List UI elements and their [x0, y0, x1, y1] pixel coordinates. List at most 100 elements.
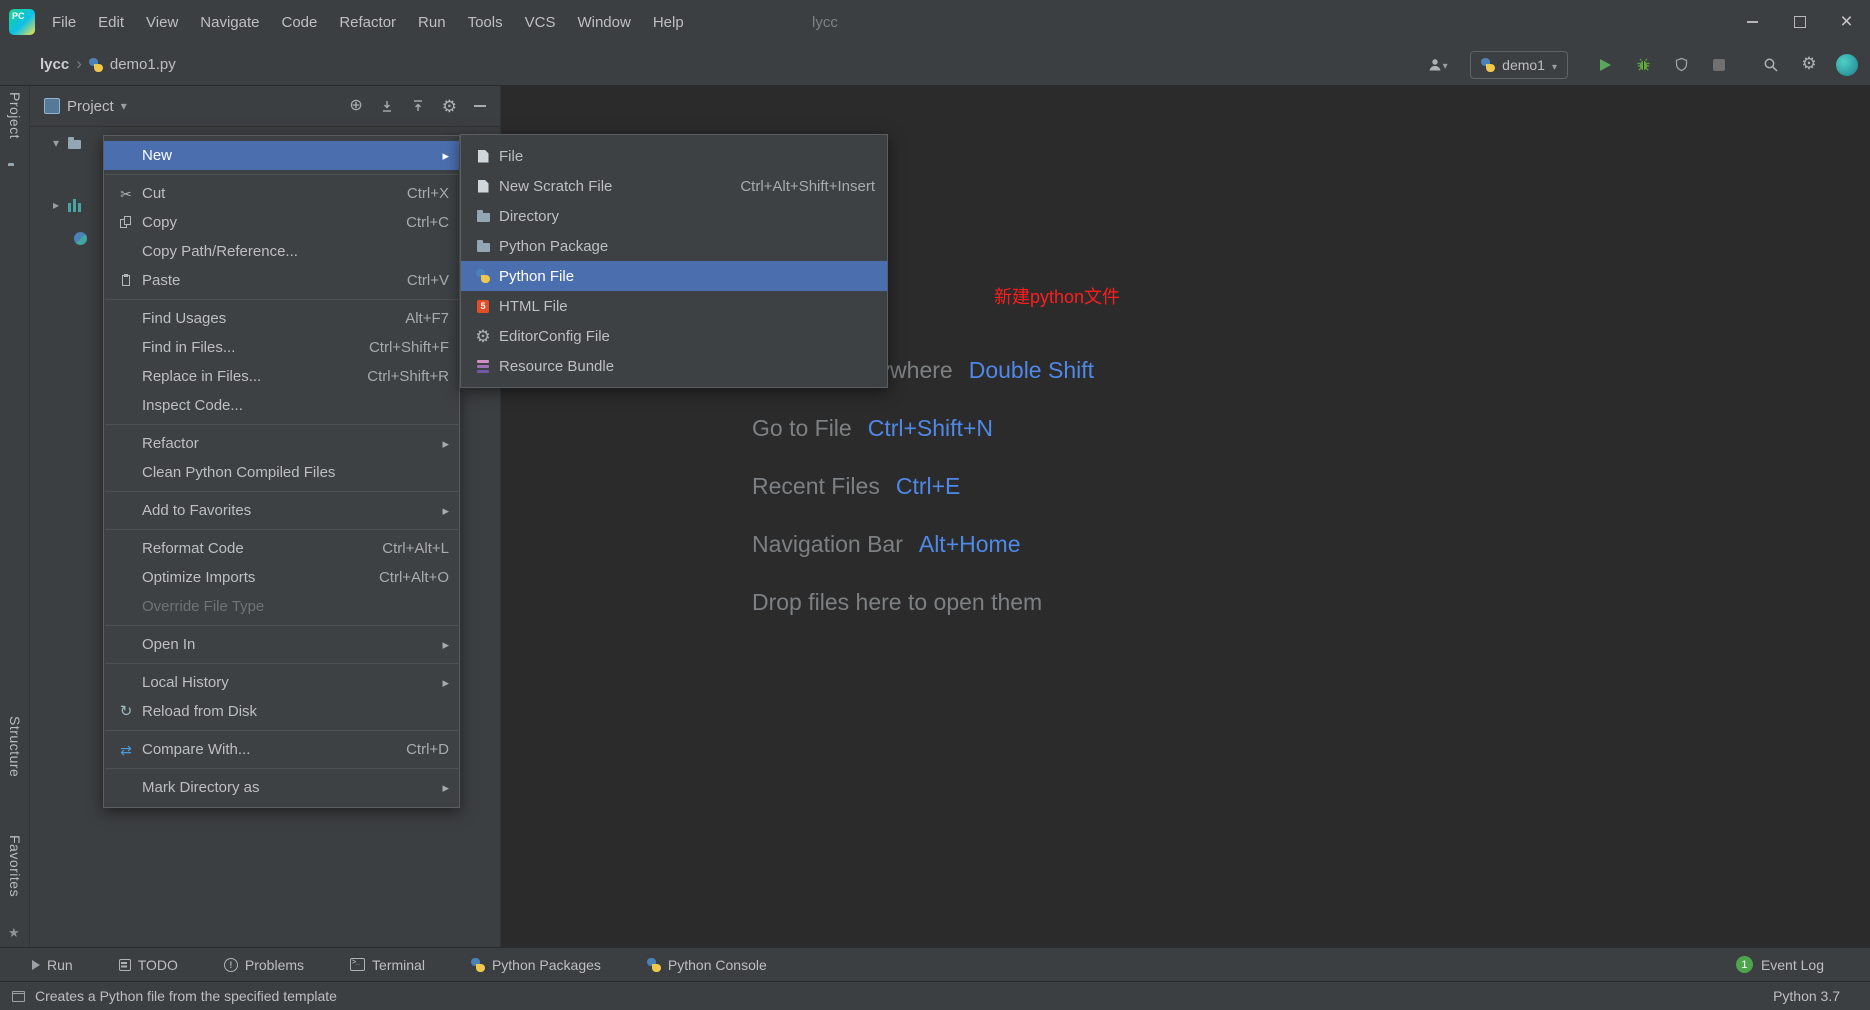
menu-bar: File Edit View Navigate Code Refactor Ru… — [41, 0, 695, 44]
menu-separator — [105, 529, 458, 530]
submenu-item-html-file[interactable]: HTML File — [461, 291, 887, 321]
tool-button-terminal[interactable]: Terminal — [350, 957, 425, 973]
menu-view[interactable]: View — [135, 0, 189, 44]
menu-tools[interactable]: Tools — [457, 0, 514, 44]
tree-row-external-libraries[interactable] — [30, 193, 82, 217]
tool-tab-favorites[interactable]: Favorites — [7, 835, 23, 897]
panel-settings-button[interactable] — [442, 98, 457, 115]
submenu-item-file[interactable]: File — [461, 141, 887, 171]
minimize-icon — [1747, 21, 1758, 23]
diff-icon — [116, 742, 136, 758]
menu-file[interactable]: File — [41, 0, 87, 44]
minimize-button[interactable] — [1729, 0, 1776, 44]
tool-button-run[interactable]: Run — [32, 957, 73, 973]
tool-button-python-console[interactable]: Python Console — [646, 957, 767, 973]
window-controls — [1729, 0, 1870, 44]
stop-button[interactable] — [1708, 54, 1730, 76]
close-button[interactable] — [1823, 0, 1870, 44]
user-button[interactable] — [1420, 54, 1454, 76]
menu-navigate[interactable]: Navigate — [189, 0, 270, 44]
maximize-button[interactable] — [1776, 0, 1823, 44]
project-panel-title[interactable]: Project — [67, 98, 114, 115]
menu-item-reformat-code[interactable]: Reformat Code Ctrl+Alt+L — [104, 534, 459, 563]
chevron-right-icon[interactable] — [50, 196, 62, 214]
scratches-icon — [74, 231, 87, 245]
interpreter-selector[interactable]: Python 3.7 — [1773, 988, 1840, 1004]
favorites-star-icon — [8, 924, 20, 942]
submenu-item-directory[interactable]: Directory — [461, 201, 887, 231]
menu-item-new[interactable]: New — [104, 141, 459, 170]
menu-window[interactable]: Window — [566, 0, 641, 44]
menu-code[interactable]: Code — [270, 0, 328, 44]
tool-tab-structure[interactable]: Structure — [7, 716, 23, 777]
tool-buttons-bar: Run TODO Problems Terminal Python Packag… — [0, 947, 1870, 981]
locate-file-button[interactable] — [349, 98, 362, 114]
directory-icon — [476, 210, 490, 222]
menu-vcs[interactable]: VCS — [514, 0, 567, 44]
settings-button[interactable] — [1798, 54, 1820, 76]
tool-tab-project[interactable]: Project — [7, 92, 23, 139]
user-avatar-icon[interactable] — [1836, 53, 1858, 76]
navigation-bar: lycc demo1.py demo1 — [0, 44, 1870, 86]
scratch-file-icon — [477, 179, 489, 193]
menu-edit[interactable]: Edit — [87, 0, 135, 44]
menu-run[interactable]: Run — [407, 0, 457, 44]
python-icon — [470, 957, 485, 972]
hide-panel-button[interactable] — [474, 105, 486, 107]
submenu-item-python-file[interactable]: Python File — [461, 261, 887, 291]
debug-button[interactable] — [1632, 54, 1654, 76]
breadcrumb-file[interactable]: demo1.py — [110, 56, 176, 73]
event-log-button[interactable]: 1 Event Log — [1735, 956, 1824, 973]
pycharm-logo-icon: PC — [9, 9, 35, 35]
menu-item-copy[interactable]: Copy Ctrl+C — [104, 208, 459, 237]
menu-item-refactor[interactable]: Refactor — [104, 429, 459, 458]
hint-navigation-bar: Navigation Bar Alt+Home — [752, 530, 1021, 557]
menu-help[interactable]: Help — [642, 0, 695, 44]
tool-button-todo[interactable]: TODO — [118, 957, 178, 973]
menu-item-reload-from-disk[interactable]: Reload from Disk — [104, 697, 459, 726]
expand-all-button[interactable] — [380, 99, 394, 113]
menu-item-cut[interactable]: CutCtrl+X — [104, 179, 459, 208]
submenu-item-resource-bundle[interactable]: Resource Bundle — [461, 351, 887, 381]
menu-item-find-in-files[interactable]: Find in Files... Ctrl+Shift+F — [104, 333, 459, 362]
todo-icon — [118, 958, 131, 971]
tree-row-scratches[interactable] — [30, 226, 87, 250]
hint-go-to-file: Go to File Ctrl+Shift+N — [752, 414, 993, 441]
submenu-item-editorconfig-file[interactable]: EditorConfig File — [461, 321, 887, 351]
search-everywhere-button[interactable] — [1760, 54, 1782, 76]
new-submenu: File New Scratch File Ctrl+Alt+Shift+Inse… — [460, 134, 888, 388]
collapse-all-button[interactable] — [411, 99, 425, 113]
menu-separator — [105, 491, 458, 492]
event-count-badge: 1 — [1735, 956, 1753, 973]
breadcrumb-project[interactable]: lycc — [40, 56, 69, 73]
shield-icon — [1675, 57, 1687, 72]
run-button[interactable] — [1594, 54, 1616, 76]
menu-item-find-usages[interactable]: Find Usages Alt+F7 — [104, 304, 459, 333]
coverage-button[interactable] — [1670, 54, 1692, 76]
submenu-item-python-package[interactable]: Python Package — [461, 231, 887, 261]
chevron-down-icon — [1552, 57, 1557, 73]
menu-item-inspect-code[interactable]: Inspect Code... — [104, 391, 459, 420]
menu-item-clean-python-compiled-files[interactable]: Clean Python Compiled Files — [104, 458, 459, 487]
tool-button-problems[interactable]: Problems — [223, 957, 304, 973]
menu-separator — [105, 730, 458, 731]
menu-separator — [105, 663, 458, 664]
menu-item-local-history[interactable]: Local History — [104, 668, 459, 697]
menu-separator — [105, 424, 458, 425]
menu-item-paste[interactable]: Paste Ctrl+V — [104, 266, 459, 295]
menu-item-replace-in-files[interactable]: Replace in Files... Ctrl+Shift+R — [104, 362, 459, 391]
menu-item-add-to-favorites[interactable]: Add to Favorites — [104, 496, 459, 525]
menu-refactor[interactable]: Refactor — [328, 0, 407, 44]
menu-item-compare-with[interactable]: Compare With...Ctrl+D — [104, 735, 459, 764]
submenu-item-new-scratch-file[interactable]: New Scratch File Ctrl+Alt+Shift+Insert — [461, 171, 887, 201]
editorconfig-icon — [473, 328, 493, 345]
menu-item-optimize-imports[interactable]: Optimize Imports Ctrl+Alt+O — [104, 563, 459, 592]
run-config-select[interactable]: demo1 — [1470, 50, 1568, 79]
menu-item-mark-directory-as[interactable]: Mark Directory as — [104, 773, 459, 802]
submenu-arrow-icon — [442, 636, 449, 653]
tree-row-project-root[interactable] — [30, 131, 81, 155]
menu-item-copy-path[interactable]: Copy Path/Reference... — [104, 237, 459, 266]
menu-item-open-in[interactable]: Open In — [104, 630, 459, 659]
chevron-down-icon[interactable] — [50, 134, 62, 152]
tool-button-python-packages[interactable]: Python Packages — [470, 957, 601, 973]
